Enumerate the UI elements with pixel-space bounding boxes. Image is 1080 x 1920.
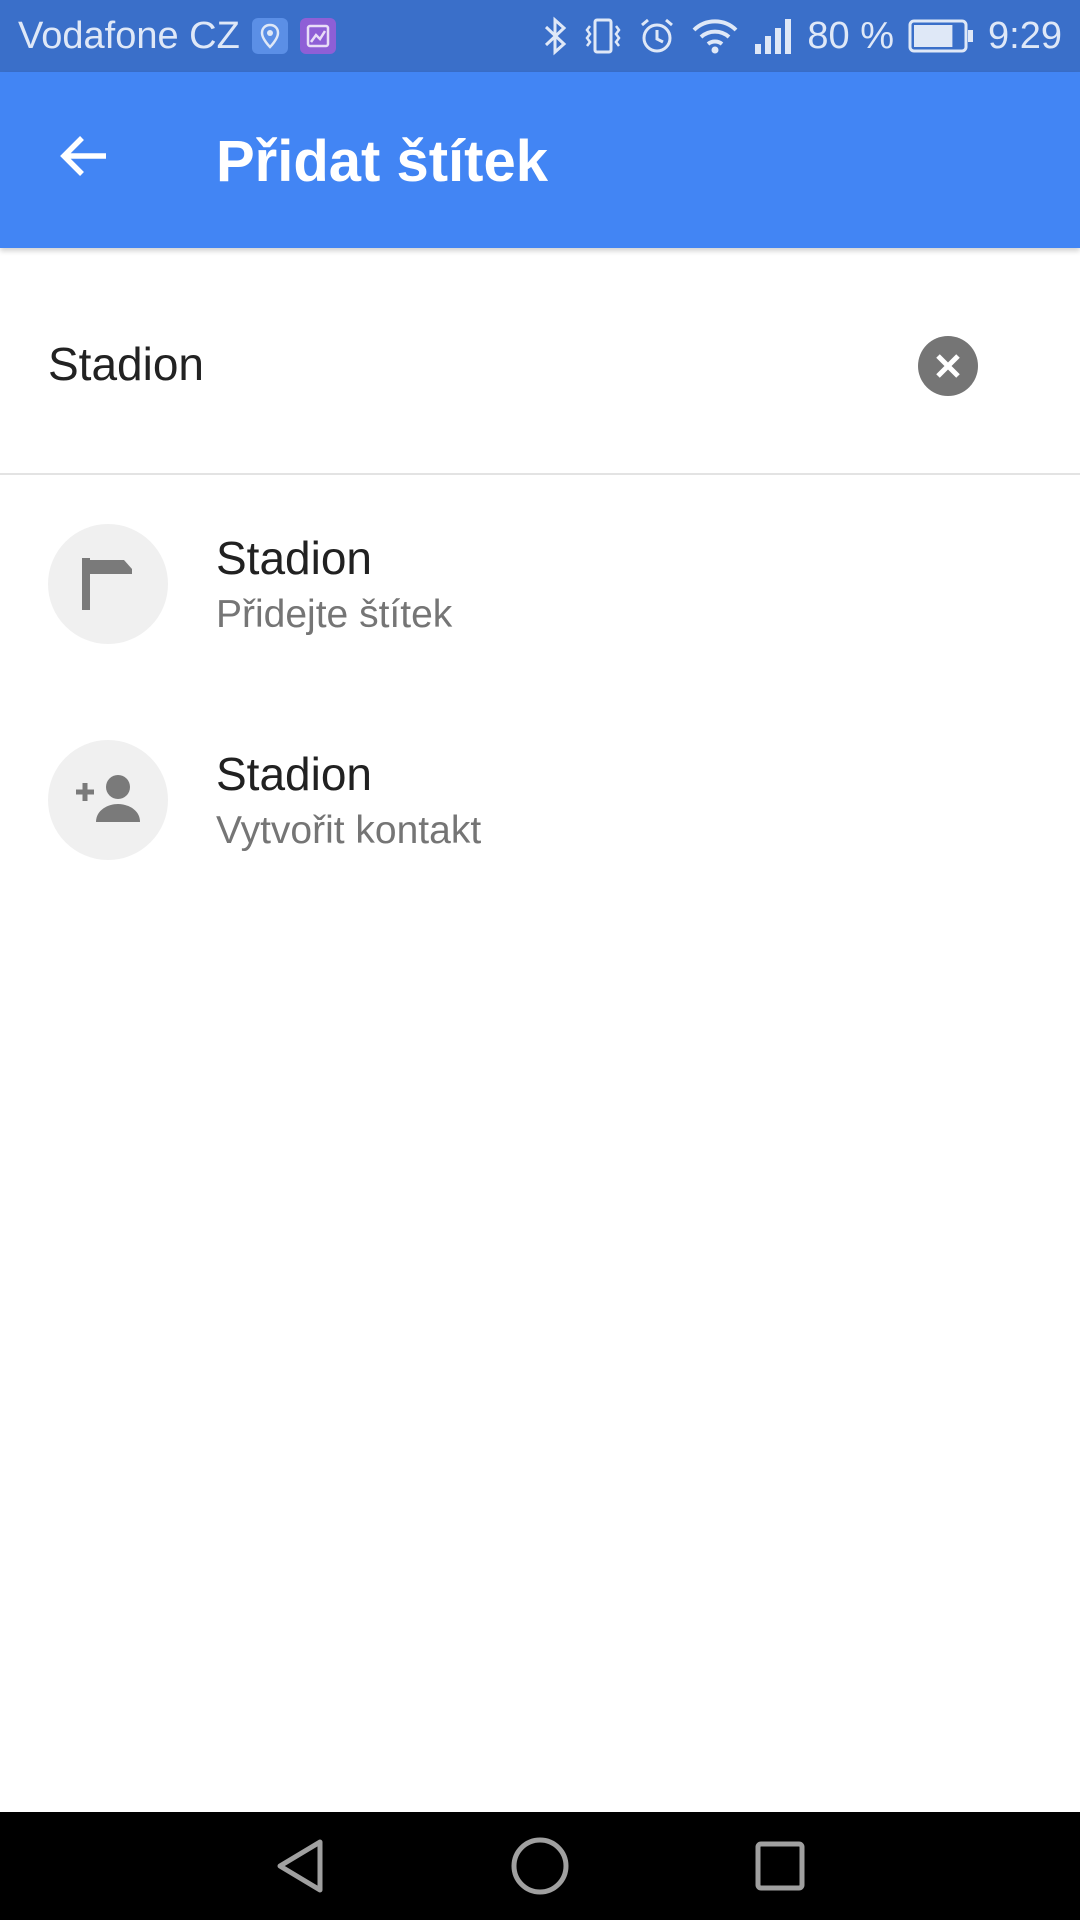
recents-square-icon <box>755 1841 805 1891</box>
back-button[interactable] <box>44 116 124 196</box>
divider <box>0 473 1080 475</box>
item-title: Stadion <box>216 748 373 800</box>
battery-fill <box>914 25 953 47</box>
navigation-bar <box>0 1812 1080 1920</box>
item-subtitle: Přidejte štítek <box>216 593 453 636</box>
gallery-badge-icon <box>299 18 336 54</box>
add-person-icon <box>76 775 140 822</box>
arrow-back-icon <box>60 136 106 176</box>
wifi-icon <box>691 16 739 56</box>
clear-circle-icon <box>936 354 960 378</box>
nav-home-button[interactable] <box>500 1826 580 1906</box>
list-item-add-label[interactable]: Stadion Přidejte štítek <box>0 484 1080 684</box>
status-bar: Vodafone CZ 80 % 9:29 <box>0 0 1080 72</box>
back-triangle-icon <box>277 1839 323 1893</box>
signal-icon <box>753 16 793 56</box>
location-badge-icon <box>251 18 288 54</box>
vibrate-icon <box>583 16 623 56</box>
nav-back-button[interactable] <box>260 1826 340 1906</box>
clock-time: 9:29 <box>988 14 1062 57</box>
home-circle-icon <box>511 1837 569 1895</box>
carrier-name: Vodafone CZ <box>18 14 240 57</box>
item-subtitle: Vytvořit kontakt <box>216 809 482 852</box>
label-input[interactable] <box>48 314 868 414</box>
battery-percent: 80 % <box>807 14 895 57</box>
item-title: Stadion <box>216 532 373 584</box>
clear-button[interactable] <box>918 336 978 396</box>
flag-avatar <box>48 524 168 644</box>
page-title: Přidat štítek <box>216 129 548 194</box>
battery-icon <box>908 18 974 54</box>
app-bar: Přidat štítek <box>0 72 1080 248</box>
person-avatar <box>48 740 168 860</box>
status-left: Vodafone CZ <box>18 15 336 58</box>
list-item-create-contact[interactable]: Stadion Vytvořit kontakt <box>0 700 1080 900</box>
status-right: 80 % 9:29 <box>543 15 1062 58</box>
bluetooth-icon <box>543 16 569 56</box>
flag-icon <box>82 558 132 610</box>
label-input-row <box>0 252 1080 474</box>
alarm-icon <box>637 16 677 56</box>
nav-recents-button[interactable] <box>740 1826 820 1906</box>
